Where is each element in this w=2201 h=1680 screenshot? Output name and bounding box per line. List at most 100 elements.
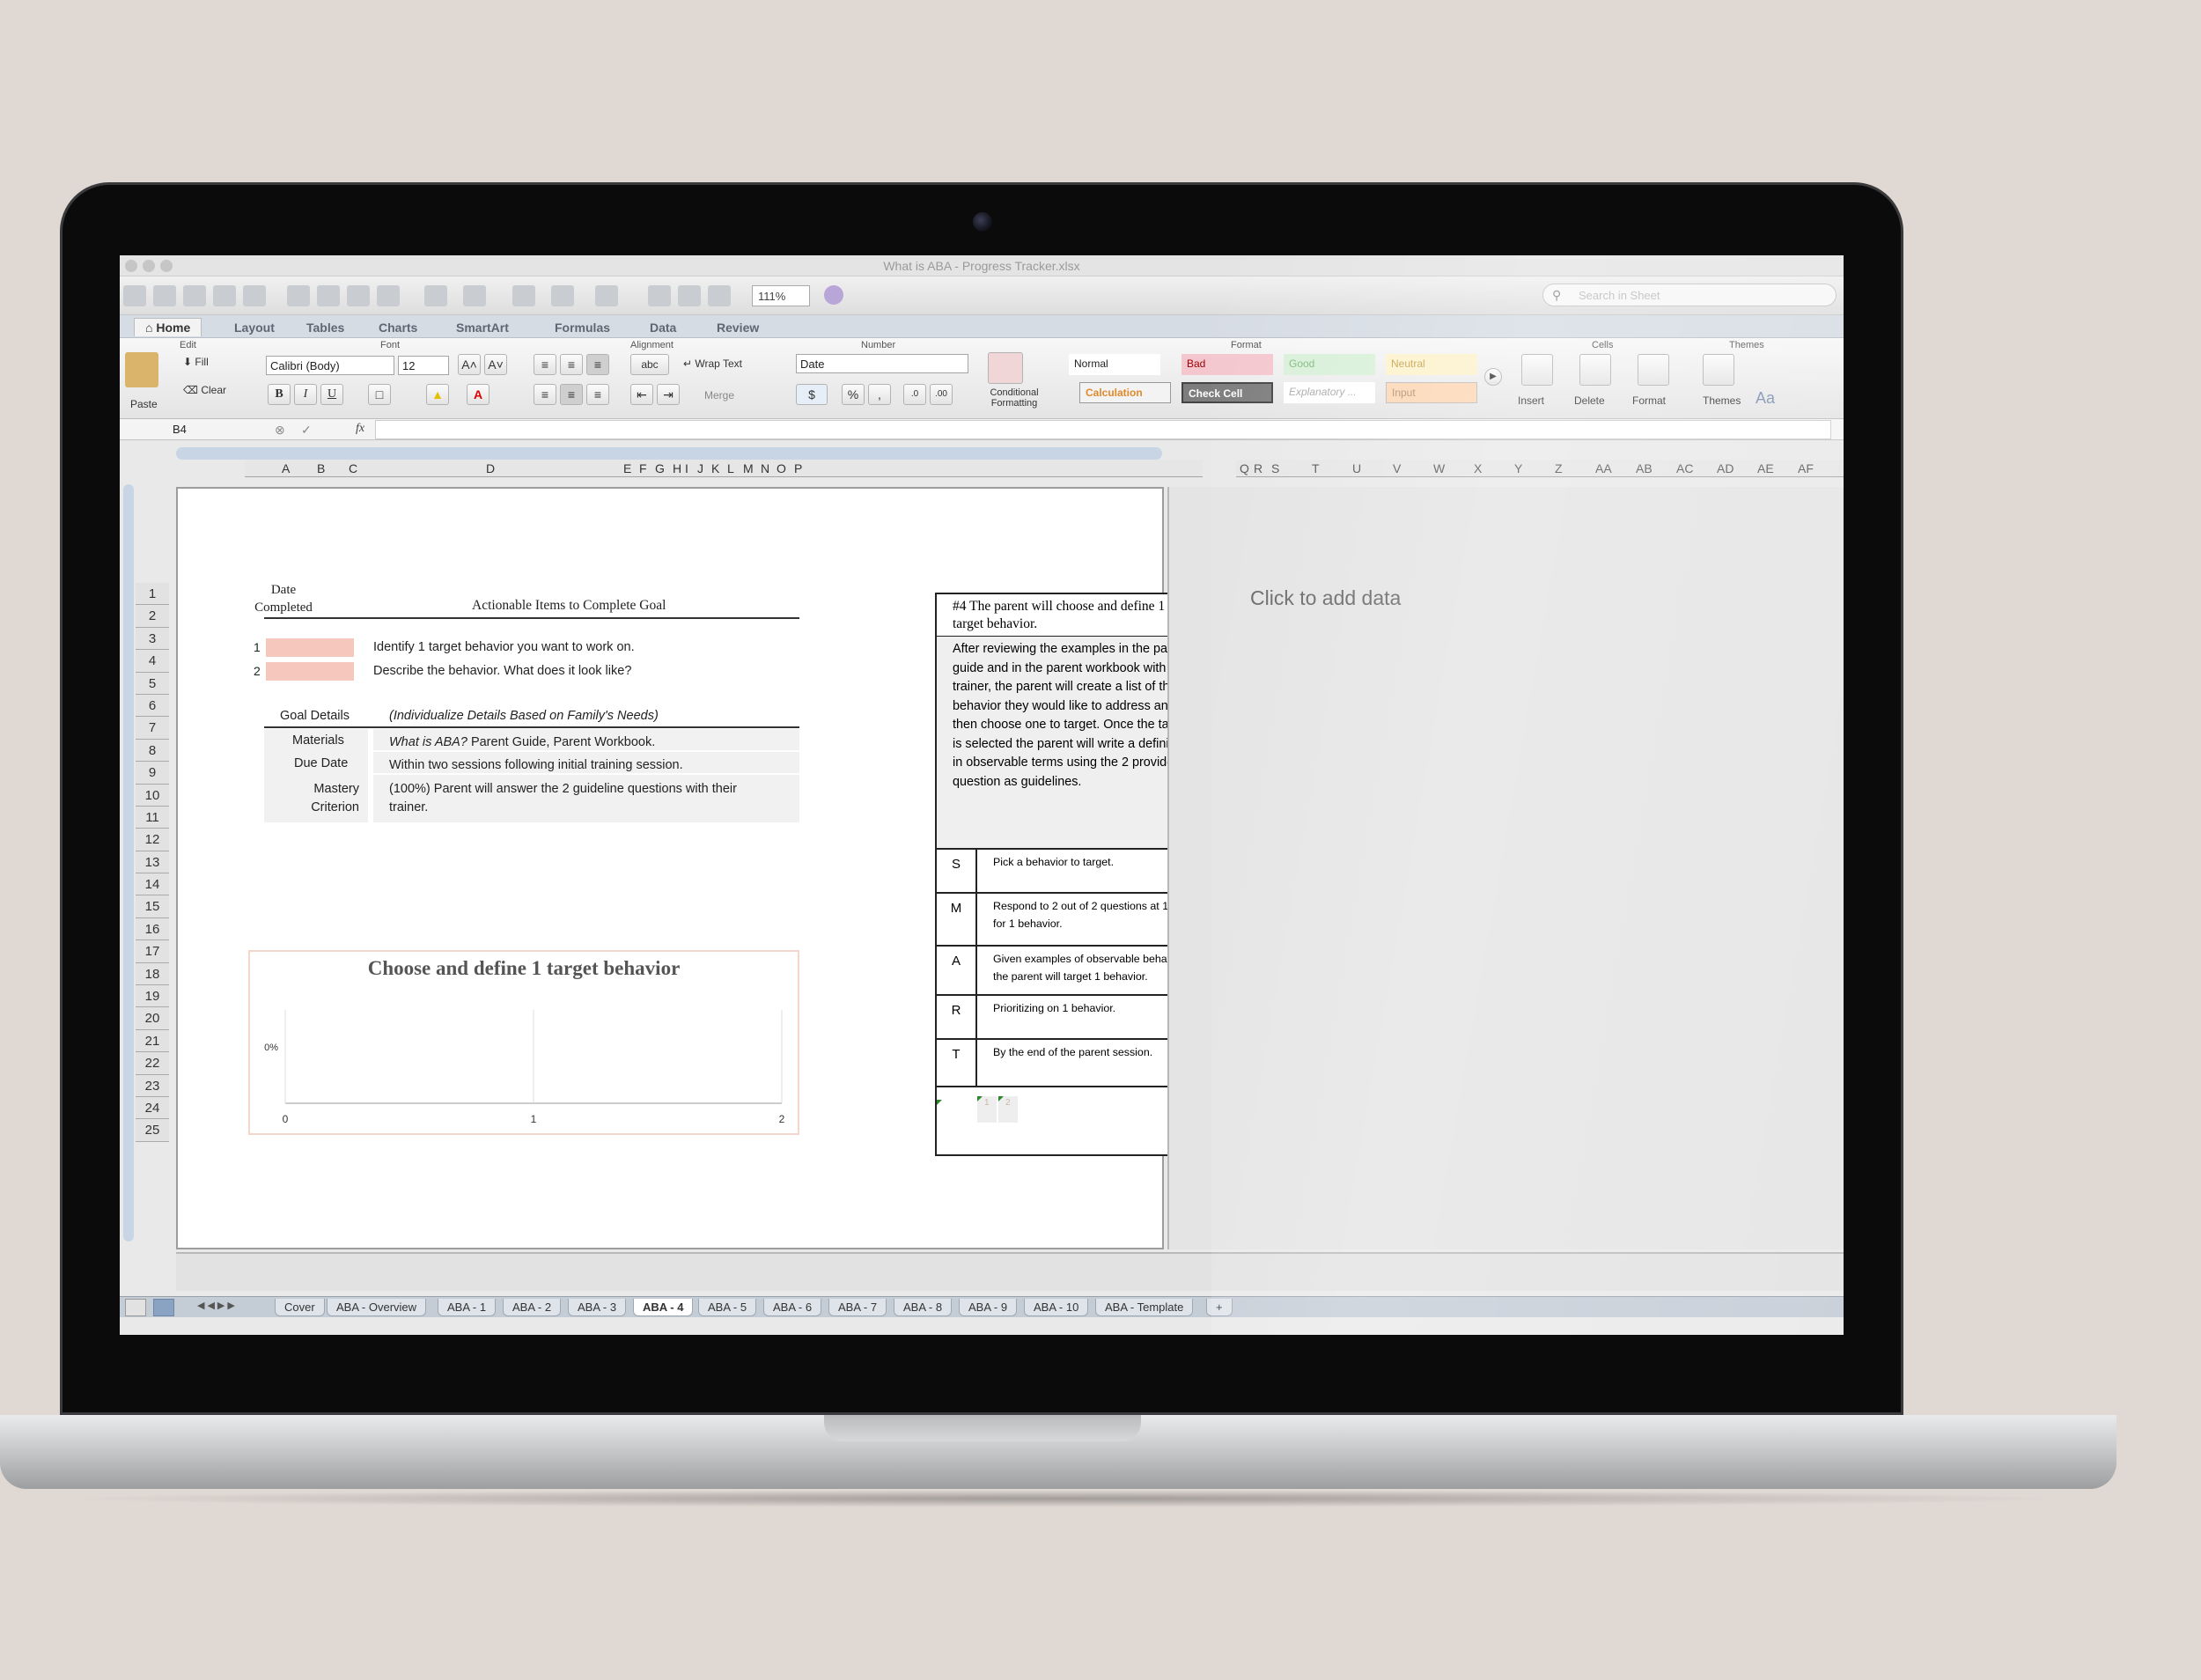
style-neutral[interactable]: Neutral [1386,354,1477,375]
sheet-tab[interactable]: ABA - Template [1095,1299,1194,1316]
format-painter-icon[interactable] [377,285,400,306]
row-header[interactable]: 3 [136,627,169,651]
column-header[interactable]: F [639,461,647,475]
column-header[interactable]: Q [1240,461,1249,475]
column-header[interactable]: U [1352,461,1361,475]
column-header[interactable]: AA [1595,461,1612,475]
column-header[interactable]: E [623,461,631,475]
column-header[interactable]: G [655,461,665,475]
templates-icon[interactable] [153,285,176,306]
date-cell-1[interactable] [266,638,354,657]
column-header[interactable]: N [761,461,769,475]
tab-layout[interactable]: Layout [224,319,285,336]
row-header[interactable]: 8 [136,739,169,763]
materials-value[interactable]: What is ABA? Parent Guide, Parent Workbo… [389,735,655,749]
delete-button[interactable]: Delete [1574,394,1605,407]
cut-icon[interactable] [287,285,310,306]
row-header[interactable]: 20 [136,1007,169,1030]
sheet-tab[interactable]: ABA - 6 [763,1299,822,1316]
column-header[interactable]: R [1254,461,1262,475]
function-icon[interactable] [648,285,671,306]
italic-button[interactable]: I [294,384,317,405]
sheet-tab[interactable]: ABA - 1 [438,1299,497,1316]
sheet-tab[interactable]: ABA - 5 [698,1299,757,1316]
style-check-cell[interactable]: Check Cell [1181,382,1273,403]
sheet-navigation-icons[interactable]: ◀◀▶▶ [197,1300,238,1311]
item-text-2[interactable]: Describe the behavior. What does it look… [373,664,631,678]
column-header[interactable]: I [685,461,688,475]
column-header[interactable]: AD [1717,461,1734,475]
cell-reference-box[interactable]: B4 [120,420,252,439]
open-icon[interactable] [183,285,206,306]
align-right-icon[interactable]: ≡ [586,384,609,405]
sort-icon[interactable] [551,285,574,306]
print-icon[interactable] [243,285,266,306]
style-good[interactable]: Good [1284,354,1375,375]
row-header[interactable]: 12 [136,829,169,851]
next-page-area[interactable]: Click to add data [1167,487,1844,1249]
align-middle-icon[interactable]: ≡ [560,354,583,375]
decrease-decimal-icon[interactable]: .00 [930,384,953,405]
tab-smartart[interactable]: SmartArt [445,319,519,336]
sheet-tab[interactable]: ABA - 10 [1024,1299,1089,1316]
style-input[interactable]: Input [1386,382,1477,403]
row-header[interactable]: 1 [136,583,169,606]
new-icon[interactable] [123,285,146,306]
paste-button[interactable]: Paste [130,398,158,410]
row-header[interactable]: 11 [136,806,169,829]
sheet-tab[interactable]: ABA - 3 [568,1299,627,1316]
clipboard-icon[interactable] [125,352,158,387]
column-header[interactable]: K [711,461,719,475]
fill-button[interactable]: ⬇ Fill [183,356,209,368]
row-header[interactable]: 15 [136,895,169,918]
column-header[interactable]: AE [1757,461,1774,475]
formula-input[interactable] [375,420,1831,439]
row-header[interactable]: 17 [136,940,169,963]
borders-icon[interactable]: □ [368,384,391,405]
font-name-select[interactable]: Calibri (Body) [266,356,394,375]
search-sheet-input[interactable]: ⚲ Search in Sheet [1542,284,1837,306]
number-format-select[interactable]: Date [796,354,968,373]
help-icon[interactable] [824,285,843,305]
row-header[interactable]: 23 [136,1074,169,1097]
wrap-text-button[interactable]: ↵ Wrap Text [683,357,742,370]
row-header[interactable]: 16 [136,917,169,941]
sheet-tab[interactable]: ABA - 8 [894,1299,953,1316]
currency-icon[interactable]: $ [796,384,828,405]
progress-chart[interactable]: Choose and define 1 target behavior 0120… [248,950,799,1135]
zoom-field[interactable]: 111% [752,285,810,306]
toolbox-icon[interactable] [708,285,731,306]
row-header[interactable]: 19 [136,985,169,1008]
column-header[interactable]: L [727,461,734,475]
confirm-icon[interactable]: ✓ [301,423,312,438]
style-calculation[interactable]: Calculation [1079,382,1171,403]
sheet-tab[interactable]: Cover [275,1299,325,1316]
column-header[interactable]: O [777,461,786,475]
row-header[interactable]: 10 [136,784,169,807]
align-top-icon[interactable]: ≡ [534,354,556,375]
function-wizard-button[interactable]: fx [356,422,364,436]
undo-icon[interactable] [424,285,447,306]
comma-button[interactable]: , [868,384,891,405]
theme-fonts-button[interactable]: Aa [1756,389,1775,408]
decrease-indent-icon[interactable]: ⇤ [630,384,653,405]
autosum-icon[interactable] [512,285,535,306]
column-header[interactable]: D [486,461,495,475]
tab-review[interactable]: Review [706,319,769,336]
style-explanatory[interactable]: Explanatory ... [1284,382,1375,403]
row-header[interactable]: 25 [136,1119,169,1142]
add-sheet-icon[interactable]: + [1206,1299,1233,1316]
redo-icon[interactable] [463,285,486,306]
themes-button[interactable]: Themes [1703,394,1741,407]
copy-icon[interactable] [317,285,340,306]
font-color-icon[interactable]: A [467,384,490,405]
merge-button[interactable]: Merge [704,389,734,402]
grow-font-icon[interactable]: A˄ [458,354,481,375]
column-header[interactable]: AF [1798,461,1814,475]
clear-button[interactable]: ⌫ Clear [183,384,226,396]
shrink-font-icon[interactable]: A˅ [484,354,507,375]
row-header[interactable]: 21 [136,1029,169,1053]
column-header[interactable]: W [1433,461,1445,475]
bold-button[interactable]: B [268,384,291,405]
style-normal[interactable]: Normal [1069,354,1160,375]
